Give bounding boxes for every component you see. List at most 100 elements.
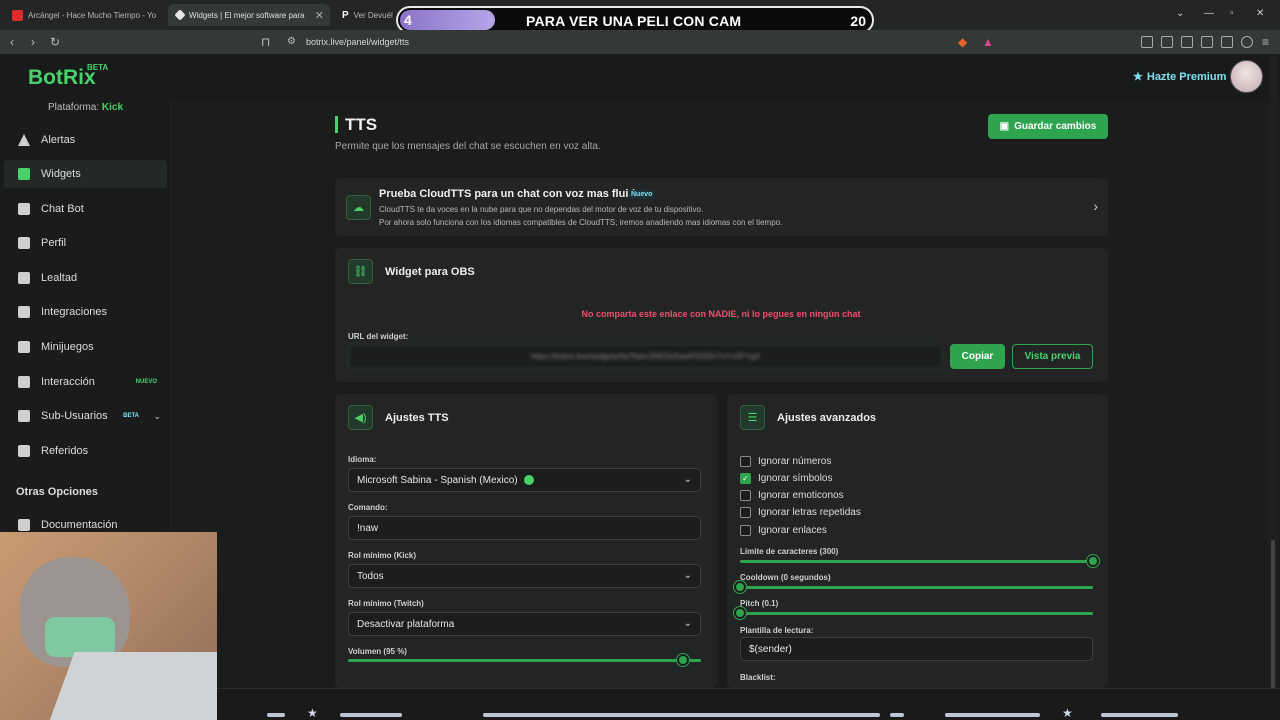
extension-icon[interactable] <box>1141 36 1153 48</box>
cloudtts-promo-card[interactable]: ☁ Prueba CloudTTS para un chat con voz m… <box>335 178 1108 236</box>
goal-target: 20 <box>850 13 866 29</box>
char-limit-slider-thumb[interactable] <box>1087 555 1099 567</box>
option-ignore-numbers[interactable]: Ignorar números <box>740 454 831 468</box>
sidebar-item-alertas[interactable]: Alertas <box>4 126 167 154</box>
vpn-icon[interactable] <box>1221 36 1233 48</box>
section-title-otras-opciones: Otras Opciones <box>16 486 98 498</box>
tab-label: Ver Devuél <box>353 10 393 20</box>
rewards-icon[interactable]: ▲ <box>982 35 994 49</box>
option-label: Ignorar símbolos <box>758 472 833 484</box>
wallet-icon[interactable] <box>1201 36 1213 48</box>
promo-new-badge: Nuevo <box>628 190 656 199</box>
avatar[interactable] <box>1230 60 1263 93</box>
taskbar-item[interactable] <box>483 713 880 717</box>
cooldown-slider-thumb[interactable] <box>734 581 746 593</box>
sidebar-item-interaccion[interactable]: Interacción NUEVO <box>4 368 167 396</box>
promo-line-2: Por ahora solo funciona con los idiomas … <box>379 218 783 227</box>
option-ignore-symbols[interactable]: ✓ Ignorar símbolos <box>740 471 832 485</box>
webcam-overlay <box>0 532 217 720</box>
address-bar: ‹ › ↻ ⊓ ⚙ botrix.live/panel/widget/tts ◆… <box>0 30 1280 54</box>
language-select[interactable]: Microsoft Sabina - Spanish (Mexico) ⌄ <box>348 468 701 492</box>
checkbox[interactable] <box>740 489 751 501</box>
chevron-down-icon[interactable]: ⌄ <box>153 411 161 422</box>
forward-icon[interactable]: › <box>31 35 35 49</box>
template-input[interactable]: $(sender) <box>740 637 1093 661</box>
taskbar-item[interactable] <box>945 713 1040 717</box>
minimize-icon[interactable]: — <box>1204 8 1214 19</box>
checkbox[interactable] <box>740 524 751 536</box>
shield-icon[interactable] <box>1241 36 1253 48</box>
back-icon[interactable]: ‹ <box>10 35 14 49</box>
option-ignore-repeated-letters[interactable]: Ignorar letras repetidas <box>740 505 861 519</box>
role-kick-value: Todos <box>357 570 384 582</box>
option-ignore-links[interactable]: Ignorar enlaces <box>740 523 827 537</box>
logo-beta-badge: BETA <box>87 63 109 72</box>
sidebar-item-minijuegos[interactable]: Minijuegos <box>4 333 167 361</box>
template-value: $(sender) <box>749 643 792 655</box>
url-field[interactable]: botrix.live/panel/widget/tts <box>306 37 409 47</box>
music-extension-icon[interactable] <box>1161 36 1173 48</box>
sidebar-item-sub-usuarios[interactable]: Sub-Usuarios BETA ⌄ <box>4 402 167 430</box>
sidebar-item-integraciones[interactable]: Integraciones <box>4 298 167 326</box>
bookmark-icon[interactable]: ⊓ <box>261 35 270 49</box>
browser-tab-widgets[interactable]: Widgets | El mejor software para ✕ <box>168 4 330 26</box>
checkbox-checked[interactable]: ✓ <box>740 472 751 484</box>
title-accent-bar <box>335 116 338 133</box>
sidebar-item-lealtad[interactable]: Lealtad <box>4 264 167 292</box>
pitch-slider-thumb[interactable] <box>734 607 746 619</box>
command-value: !naw <box>357 522 379 534</box>
option-label: Ignorar números <box>758 455 832 467</box>
sidebar-item-perfil[interactable]: Perfil <box>4 229 167 257</box>
taskbar-item[interactable] <box>267 713 285 717</box>
command-input[interactable]: !naw <box>348 516 701 540</box>
volume-slider-thumb[interactable] <box>677 654 690 666</box>
taskbar-item[interactable] <box>340 713 402 717</box>
star-icon[interactable]: ★ <box>1062 706 1073 720</box>
role-twitch-select[interactable]: Desactivar plataforma ⌄ <box>348 612 701 636</box>
promo-line-1: CloudTTS te da voces en la nube para que… <box>379 205 704 214</box>
chevron-right-icon: › <box>1093 198 1098 214</box>
pitch-label: Pitch (0.1) <box>740 599 779 608</box>
site-settings-icon[interactable]: ⚙ <box>287 36 296 47</box>
close-tab-icon[interactable]: ✕ <box>315 9 324 22</box>
preview-button[interactable]: Vista previa <box>1012 344 1093 369</box>
maximize-icon[interactable]: ▫ <box>1230 8 1234 19</box>
sidebar-toggle-icon[interactable] <box>1181 36 1193 48</box>
role-kick-select[interactable]: Todos ⌄ <box>348 564 701 588</box>
widget-url-input[interactable]: https://botrix.live/widgets/tts?bid=ZfW2… <box>348 344 943 369</box>
char-limit-slider[interactable] <box>740 560 1093 563</box>
logo[interactable]: BotRix <box>28 66 96 90</box>
obs-card-title: Widget para OBS <box>385 266 475 278</box>
grid-icon <box>18 168 30 180</box>
blacklist-label: Blacklist: <box>740 673 776 682</box>
save-button[interactable]: ▣ Guardar cambios <box>988 114 1108 139</box>
sidebar-item-chat-bot[interactable]: Chat Bot <box>4 195 167 223</box>
checkbox[interactable] <box>740 455 751 467</box>
browser-tab-youtube[interactable]: Arcángel - Hace Mucho Tiempo - Yo <box>4 4 164 26</box>
reload-icon[interactable]: ↻ <box>50 35 60 49</box>
platform-value: Kick <box>101 102 124 113</box>
trophy-icon <box>18 272 30 284</box>
volume-label: Volumen (95 %) <box>348 647 407 656</box>
tab-list-icon[interactable]: ⌄ <box>1176 8 1184 19</box>
volume-slider[interactable] <box>348 659 701 662</box>
premium-link[interactable]: ★ Hazte Premium <box>1133 70 1226 84</box>
brave-shield-icon[interactable]: ◆ <box>958 35 967 49</box>
sidebar-item-widgets[interactable]: Widgets <box>4 160 167 188</box>
chevron-down-icon: ⌄ <box>683 618 692 629</box>
checkbox[interactable] <box>740 506 751 518</box>
template-label: Plantilla de lectura: <box>740 626 814 635</box>
menu-icon[interactable]: ≡ <box>1262 35 1269 49</box>
browser-tab-ver[interactable]: P Ver Devuél <box>334 4 394 26</box>
page-scrollbar-thumb[interactable] <box>1271 540 1275 690</box>
option-ignore-emotes[interactable]: Ignorar emoticonos <box>740 488 844 502</box>
star-icon[interactable]: ★ <box>307 706 318 720</box>
pitch-slider[interactable] <box>740 612 1093 615</box>
cooldown-slider[interactable] <box>740 586 1093 589</box>
taskbar-item[interactable] <box>890 713 904 717</box>
warning-icon <box>18 134 30 146</box>
taskbar-item[interactable] <box>1101 713 1178 717</box>
sidebar-item-referidos[interactable]: Referidos <box>4 437 167 465</box>
copy-button[interactable]: Copiar <box>950 344 1005 369</box>
close-window-icon[interactable]: ✕ <box>1256 8 1264 19</box>
